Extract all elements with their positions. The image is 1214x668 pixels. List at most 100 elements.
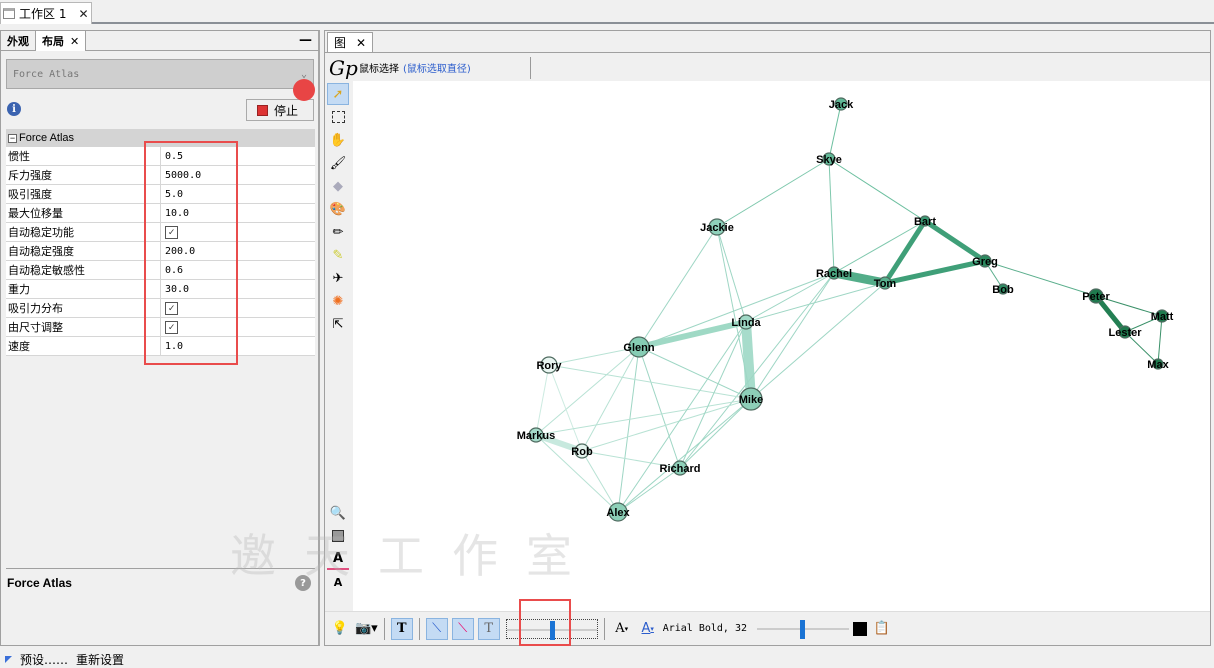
property-name: 由尺寸调整 — [6, 318, 161, 336]
edge-rob-mike[interactable] — [581, 398, 752, 452]
edge-glenn-linda[interactable] — [638, 319, 747, 350]
color-palette-icon[interactable]: 🎨 — [327, 198, 349, 220]
node-label: Matt — [1151, 311, 1174, 323]
edge-tom-mike[interactable] — [750, 282, 886, 400]
highlight-box — [144, 141, 238, 365]
edge-markus-mike[interactable] — [535, 398, 752, 436]
node-label: Lester — [1108, 327, 1142, 339]
property-name: 自动稳定敏感性 — [6, 261, 161, 279]
algorithm-select[interactable]: Force Atlas ⌄ — [6, 59, 314, 89]
preset-row: 预设…… 重新设置 — [5, 651, 124, 668]
edge-skye-bart[interactable] — [828, 158, 926, 222]
node-label: Mike — [739, 394, 763, 406]
edge-richard-linda[interactable] — [679, 321, 747, 469]
node-label: Rory — [536, 360, 562, 372]
edge-label-icon[interactable]: T — [477, 617, 500, 640]
node-label: Jack — [829, 99, 854, 111]
edge-matt-max[interactable] — [1157, 315, 1163, 365]
property-name: 自动稳定功能 — [6, 223, 161, 241]
node-label: Max — [1147, 359, 1169, 371]
tool-palette: ➚ ✋ 🖌 ◆ 🎨 ✏ ✎ ✈ ✺ ⇱ 🔍 A A — [327, 83, 351, 594]
close-icon[interactable]: ✕ — [356, 36, 366, 50]
font-color-icon[interactable]: A ▾ — [637, 618, 659, 640]
edge-bart-rachel[interactable] — [833, 220, 926, 274]
edge-skye-jackie[interactable] — [716, 158, 830, 228]
font-size-down-icon[interactable]: A ▾ — [611, 618, 633, 640]
property-name: 自动稳定强度 — [6, 242, 161, 260]
minimize-button[interactable]: — — [299, 33, 312, 48]
collapse-icon[interactable]: − — [8, 133, 17, 143]
select-tool-icon[interactable]: ➚ — [327, 83, 349, 105]
lightbulb-icon[interactable]: 💡 — [329, 618, 351, 640]
tab-label: 外观 — [7, 35, 29, 48]
node-label: Glenn — [623, 342, 654, 354]
edge-rachel-linda[interactable] — [745, 272, 835, 323]
tab-layout[interactable]: 布局 ✕ — [36, 31, 87, 51]
edge-glenn-alex[interactable] — [617, 346, 640, 513]
drag-hand-icon[interactable]: ✋ — [327, 129, 349, 151]
divider — [603, 617, 605, 640]
divider — [530, 57, 531, 79]
edge-rob-alex[interactable] — [581, 450, 619, 513]
cursor-help-icon[interactable]: ⇱ — [327, 313, 349, 335]
gear-icon[interactable]: ✺ — [327, 290, 349, 312]
highlighter-icon[interactable]: ✎ — [327, 244, 349, 266]
corner-icon — [5, 656, 12, 663]
workspace-tab-label: 工作区 1 — [19, 7, 67, 21]
edge-skye-rachel[interactable] — [828, 158, 835, 274]
font-selector[interactable]: Arial Bold, 32 — [663, 623, 747, 634]
rectangle-select-icon[interactable] — [327, 106, 349, 128]
workspace-tab[interactable]: 工作区 1 ✕ — [0, 2, 92, 24]
property-name: 重力 — [6, 280, 161, 298]
property-name: 斥力强度 — [6, 166, 161, 184]
bottom-toolbar: 💡 📷▾ T ⟍ ⟍ T A ▾ A ▾ Arial Bold, 32 📋 — [325, 611, 1210, 645]
edge-rory-markus[interactable] — [535, 364, 550, 436]
camera-icon[interactable]: 📷▾ — [355, 618, 378, 640]
panel-tabs: 外观 布局 ✕ — [1, 31, 319, 51]
tab-appearance[interactable]: 外观 — [1, 31, 36, 51]
close-icon[interactable]: ✕ — [78, 7, 88, 21]
node-label: Markus — [517, 430, 556, 442]
diamond-icon[interactable]: ◆ — [327, 175, 349, 197]
node-label: Skye — [816, 154, 842, 166]
edge-glenn-rob[interactable] — [581, 346, 640, 452]
property-name: 最大位移量 — [6, 204, 161, 222]
tab-graph[interactable]: 图 ✕ — [327, 32, 373, 52]
edge-glenn-mike[interactable] — [638, 346, 752, 400]
divider — [418, 617, 420, 640]
node-label: Bob — [992, 284, 1014, 296]
chevron-down-icon: ⌄ — [300, 68, 307, 80]
paintbrush-icon[interactable]: 🖌 — [327, 152, 349, 174]
node-label: Rob — [571, 446, 593, 458]
slider-thumb[interactable] — [800, 619, 806, 639]
show-labels-icon[interactable]: T — [390, 617, 413, 640]
reset-button[interactable]: 重新设置 — [76, 651, 124, 668]
presets-button[interactable]: 预设…… — [20, 651, 68, 668]
edge-alex-mike[interactable] — [617, 398, 752, 513]
close-icon[interactable]: ✕ — [70, 35, 79, 48]
stop-icon — [257, 104, 268, 116]
label-size-slider[interactable] — [757, 619, 850, 639]
airplane-icon[interactable]: ✈ — [327, 267, 349, 289]
edge-jack-skye[interactable] — [828, 103, 842, 160]
description-title: Force Atlas — [7, 576, 72, 590]
algorithm-value: Force Atlas — [13, 68, 80, 80]
edge-tom-linda[interactable] — [745, 282, 886, 323]
mode-label: 鼠标选择 — [359, 64, 399, 75]
pencil-icon[interactable]: ✏ — [327, 221, 349, 243]
tab-label: 图 — [334, 36, 347, 50]
edge-color-icon[interactable]: ⟍ — [451, 617, 474, 640]
click-indicator — [293, 79, 315, 101]
clipboard-icon[interactable]: 📋 — [871, 618, 893, 640]
tab-label: 布局 — [42, 35, 64, 48]
edge-rachel-mike[interactable] — [750, 272, 835, 400]
node-label: Jackie — [700, 222, 734, 234]
property-name: 吸引力分布 — [6, 299, 161, 317]
edge-icon[interactable]: ⟍ — [425, 617, 448, 640]
label-color-swatch[interactable] — [853, 621, 868, 636]
edge-rory-mike[interactable] — [548, 364, 752, 400]
edge-jackie-mike[interactable] — [716, 226, 752, 400]
stop-button[interactable]: 停止 — [246, 99, 314, 121]
info-icon[interactable]: i — [7, 102, 21, 116]
